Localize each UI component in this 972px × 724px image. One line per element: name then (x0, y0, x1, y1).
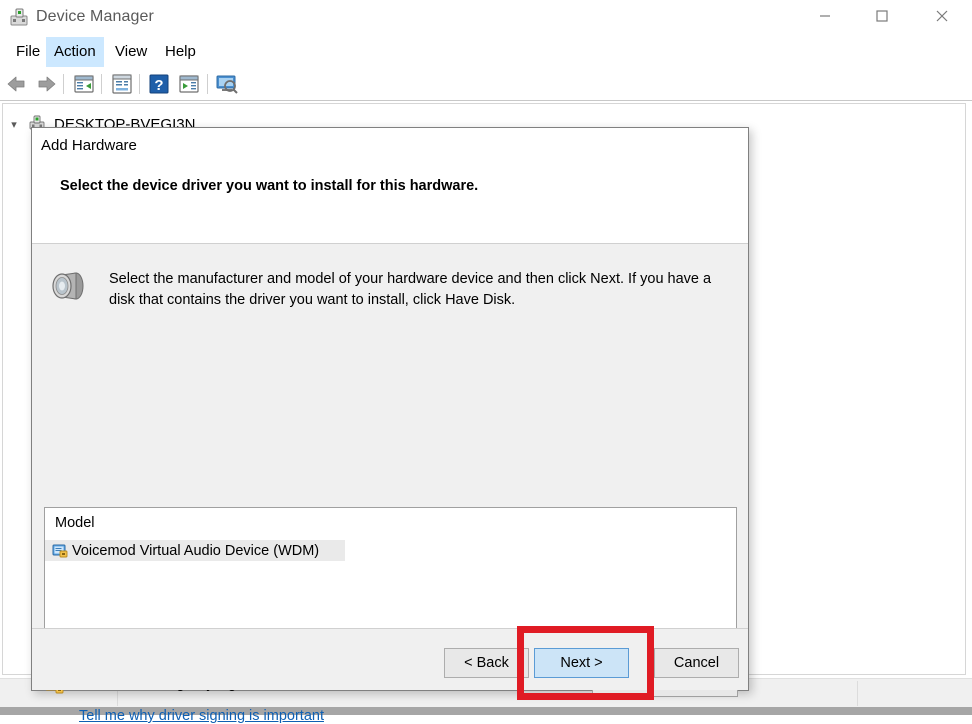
dialog-intro-text: Select the manufacturer and model of you… (109, 271, 712, 308)
menu-bar: File Action View Help (0, 37, 972, 67)
model-column-header: Model (55, 515, 95, 531)
title-bar: Device Manager (0, 0, 972, 37)
cancel-button[interactable]: Cancel (654, 648, 739, 678)
toolbar: ? (0, 67, 972, 101)
svg-text:?: ? (154, 77, 163, 94)
close-icon[interactable] (919, 0, 965, 31)
window-title: Device Manager (36, 8, 154, 25)
back-arrow-icon[interactable] (5, 72, 29, 96)
dialog-body: Select the manufacturer and model of you… (32, 244, 748, 724)
list-item[interactable]: Voicemod Virtual Audio Device (WDM) (45, 540, 345, 561)
list-item-label: Voicemod Virtual Audio Device (WDM) (72, 542, 320, 559)
speaker-device-icon (49, 266, 89, 306)
chevron-down-icon[interactable]: ▾ (6, 116, 22, 132)
show-hide-console-tree-icon[interactable] (72, 72, 96, 96)
update-driver-icon[interactable] (177, 72, 201, 96)
dialog-subtitle: Select the device driver you want to ins… (60, 178, 479, 194)
scan-for-hardware-changes-icon[interactable] (215, 72, 239, 96)
menu-item-help[interactable]: Help (157, 37, 204, 67)
minimize-icon[interactable] (802, 0, 848, 31)
driver-icon (52, 543, 68, 559)
add-hardware-dialog: Add Hardware Select the device driver yo… (31, 127, 749, 724)
help-icon[interactable]: ? (147, 72, 171, 96)
dialog-title: Add Hardware (41, 137, 137, 154)
properties-icon[interactable] (110, 72, 134, 96)
model-list: Voicemod Virtual Audio Device (WDM) (45, 540, 736, 561)
back-button[interactable]: < Back (444, 648, 529, 678)
driver-signing-link[interactable]: Tell me why driver signing is important (79, 708, 324, 724)
dialog-header: Add Hardware Select the device driver yo… (32, 128, 748, 244)
forward-arrow-icon[interactable] (34, 72, 58, 96)
menu-item-action[interactable]: Action (46, 37, 104, 67)
maximize-icon[interactable] (859, 0, 905, 31)
status-bar-divider (857, 681, 858, 706)
menu-item-view[interactable]: View (107, 37, 155, 67)
next-button[interactable]: Next > (534, 648, 629, 678)
menu-item-file[interactable]: File (8, 37, 48, 67)
dialog-footer: < Back Next > Cancel (32, 628, 748, 690)
device-manager-icon (8, 7, 30, 29)
